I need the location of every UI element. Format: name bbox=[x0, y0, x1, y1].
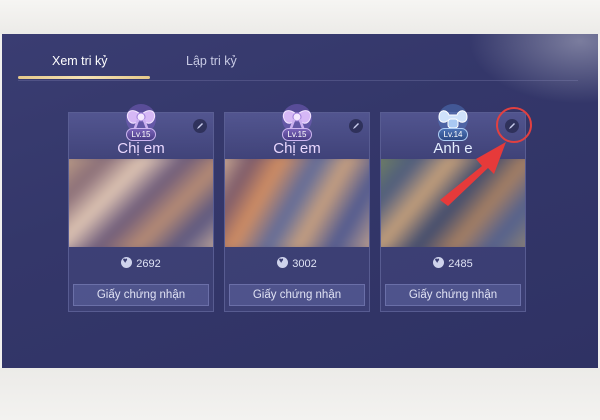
relation-title: Chị em bbox=[273, 140, 321, 157]
certificate-button[interactable]: Giấy chứng nhận bbox=[229, 284, 365, 306]
heart-icon bbox=[277, 256, 289, 268]
highlight-circle bbox=[496, 107, 532, 143]
affinity-value: 2692 bbox=[69, 256, 213, 270]
affinity-number: 3002 bbox=[292, 258, 317, 270]
certificate-button[interactable]: Giấy chứng nhận bbox=[385, 284, 521, 306]
certificate-button[interactable]: Giấy chứng nhận bbox=[73, 284, 209, 306]
tab-bar: Xem tri kỷ Lập tri kỷ bbox=[2, 34, 598, 84]
paper-background-bottom bbox=[0, 368, 600, 420]
soulmate-card[interactable]: Lv.15 Chị em 2692 Giấy chứng nhận bbox=[68, 104, 214, 312]
paper-background-top bbox=[0, 0, 600, 34]
game-screen: Xem tri kỷ Lập tri kỷ Lv.15 Chị em 2692 … bbox=[2, 34, 598, 368]
edit-icon[interactable] bbox=[193, 119, 207, 133]
soulmate-card[interactable]: Lv.15 Chị em 3002 Giấy chứng nhận bbox=[224, 104, 370, 312]
tab-divider bbox=[18, 80, 578, 81]
active-tab-indicator bbox=[18, 76, 150, 79]
affinity-value: 2485 bbox=[381, 256, 525, 270]
tab-xem-tri-ky[interactable]: Xem tri kỷ bbox=[52, 54, 108, 68]
affinity-number: 2692 bbox=[136, 258, 161, 270]
blurred-portrait bbox=[225, 159, 369, 247]
red-arrow-icon bbox=[440, 142, 506, 206]
heart-icon bbox=[121, 256, 133, 268]
blurred-portrait bbox=[69, 159, 213, 247]
heart-icon bbox=[433, 256, 445, 268]
affinity-value: 3002 bbox=[225, 256, 369, 270]
relation-title: Chị em bbox=[117, 140, 165, 157]
affinity-number: 2485 bbox=[448, 258, 473, 270]
edit-icon[interactable] bbox=[349, 119, 363, 133]
tab-lap-tri-ky[interactable]: Lập tri kỷ bbox=[186, 54, 237, 68]
